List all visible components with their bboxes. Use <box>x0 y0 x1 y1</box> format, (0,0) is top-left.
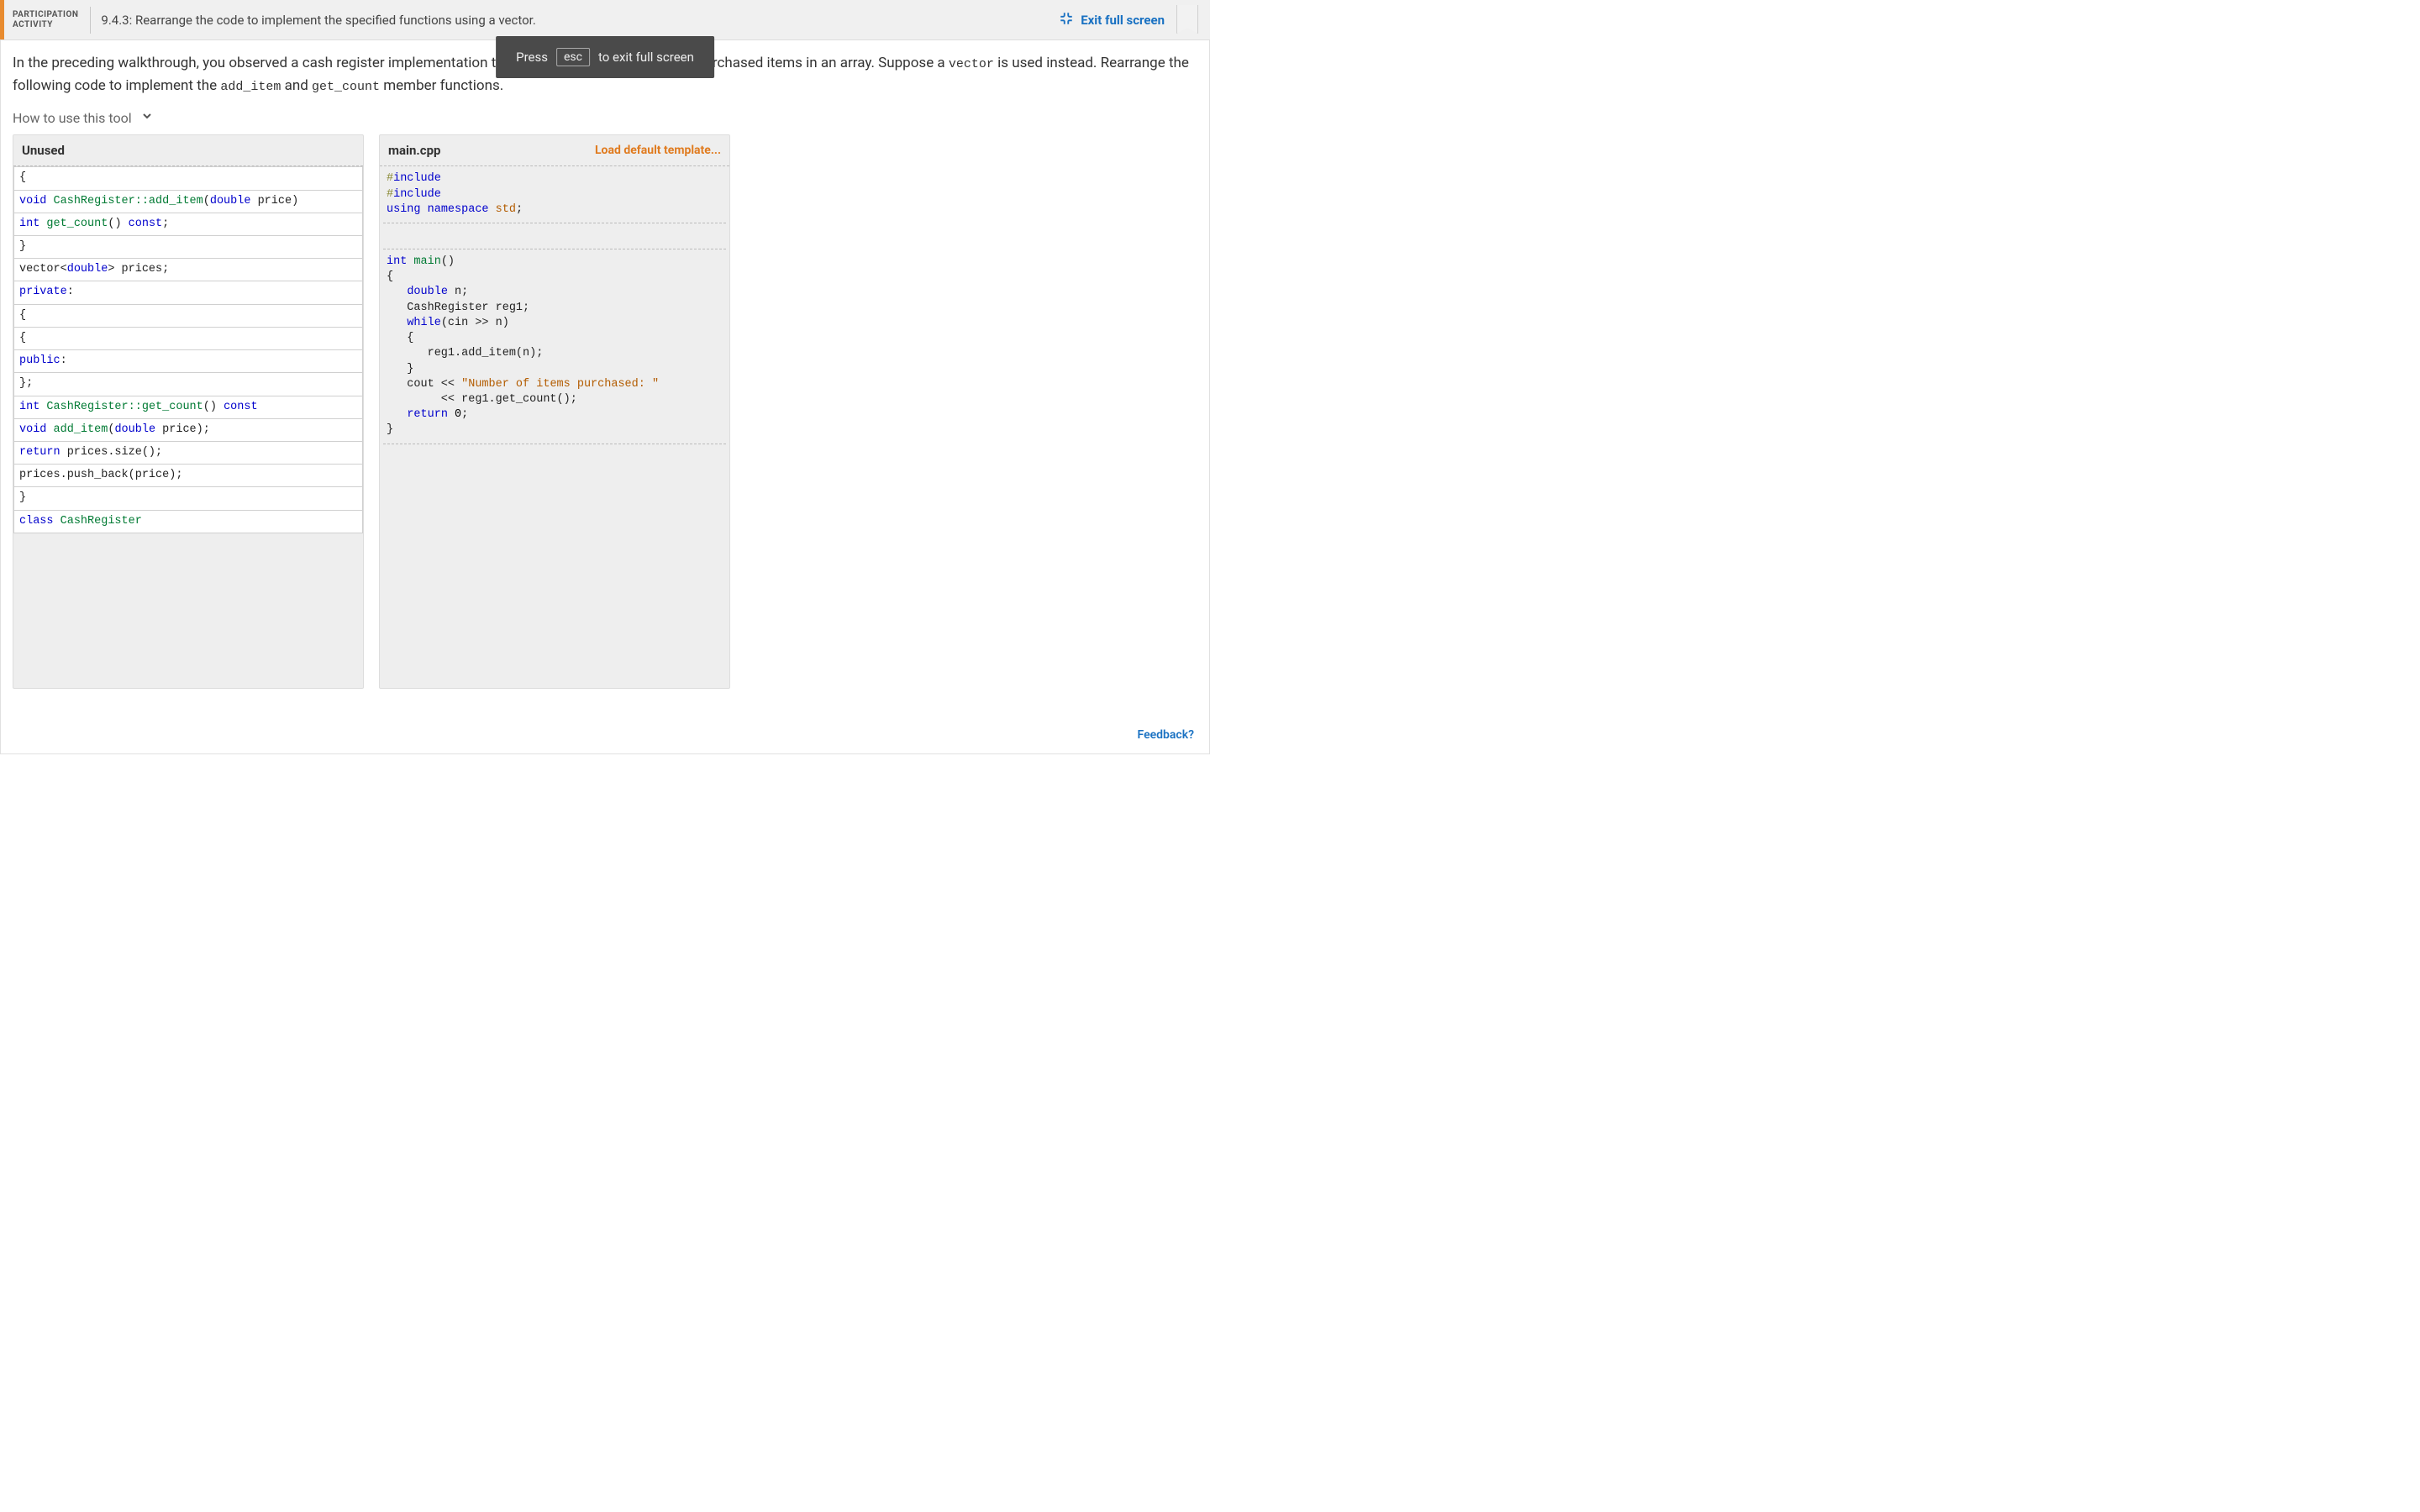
code-tile[interactable]: } <box>13 235 363 259</box>
esc-before: Press <box>516 50 548 65</box>
load-default-button[interactable]: Load default template... <box>595 144 721 157</box>
unused-panel: Unused {void CashRegister::add_item(doub… <box>13 134 364 689</box>
code-tile[interactable]: { <box>13 327 363 350</box>
unused-panel-header: Unused <box>13 135 363 166</box>
code-tile[interactable]: prices.push_back(price); <box>13 464 363 487</box>
code-tile[interactable]: { <box>13 166 363 190</box>
code-editor[interactable]: #include #include using namespace std; in… <box>380 166 729 688</box>
exit-fullscreen-button[interactable]: Exit full screen <box>1059 11 1165 29</box>
panels-row: Unused {void CashRegister::add_item(doub… <box>13 134 1197 689</box>
code-tile[interactable]: void add_item(double price); <box>13 418 363 442</box>
code-tile[interactable]: class CashRegister <box>13 510 363 533</box>
esc-after: to exit full screen <box>598 50 694 65</box>
exit-fullscreen-label: Exit full screen <box>1081 13 1165 28</box>
content-area: In the preceding walkthrough, you observ… <box>1 40 1209 689</box>
code-line: } <box>383 423 726 438</box>
code-tile[interactable]: } <box>13 486 363 510</box>
code-line: #include <box>383 171 726 186</box>
code-line: while(cin >> n) <box>383 316 726 331</box>
chevron-down-icon <box>140 109 154 126</box>
code-line: reg1.add_item(n); <box>383 346 726 361</box>
code-line: return 0; <box>383 407 726 423</box>
unused-title: Unused <box>22 143 65 158</box>
feedback-link[interactable]: Feedback? <box>1138 728 1194 742</box>
activity-title: 9.4.3: Rearrange the code to implement t… <box>101 13 1059 28</box>
code-line: } <box>383 362 726 377</box>
how-to-use-toggle[interactable]: How to use this tool <box>13 109 1197 126</box>
activity-header: PARTICIPATION ACTIVITY 9.4.3: Rearrange … <box>0 0 1210 40</box>
code-line: int main() <box>383 255 726 270</box>
code-tile[interactable]: return prices.size(); <box>13 441 363 465</box>
code-tile[interactable]: int CashRegister::get_count() const <box>13 396 363 419</box>
code-line: CashRegister reg1; <box>383 301 726 316</box>
code-line: { <box>383 331 726 346</box>
main-filename: main.cpp <box>388 143 440 158</box>
esc-overlay: Press esc to exit full screen <box>496 36 714 78</box>
divider <box>90 7 91 34</box>
main-panel-header: main.cpp Load default template... <box>380 135 729 166</box>
badge-line1: PARTICIPATION <box>13 10 78 20</box>
code-tile[interactable]: int get_count() const; <box>13 213 363 236</box>
code-line: cout << "Number of items purchased: " <box>383 377 726 392</box>
code-line: << reg1.get_count(); <box>383 392 726 407</box>
esc-key: esc <box>556 48 590 66</box>
code-tile[interactable]: }; <box>13 372 363 396</box>
code-tile[interactable]: { <box>13 304 363 328</box>
code-tile[interactable]: vector<double> prices; <box>13 258 363 281</box>
bookmark-icon[interactable] <box>1176 5 1198 34</box>
code-tile[interactable]: void CashRegister::add_item(double price… <box>13 190 363 213</box>
code-line: { <box>383 270 726 285</box>
badge-line2: ACTIVITY <box>13 20 78 30</box>
code-tile[interactable]: public: <box>13 349 363 373</box>
how-to-label: How to use this tool <box>13 110 132 126</box>
code-line: using namespace std; <box>383 202 726 218</box>
code-tile[interactable]: private: <box>13 281 363 304</box>
collapse-icon <box>1059 11 1074 29</box>
participation-badge: PARTICIPATION ACTIVITY <box>0 0 87 39</box>
code-line: double n; <box>383 285 726 300</box>
code-line: #include <box>383 187 726 202</box>
unused-tile-list[interactable]: {void CashRegister::add_item(double pric… <box>13 166 363 533</box>
drop-zone[interactable] <box>383 228 726 244</box>
main-panel: main.cpp Load default template... #inclu… <box>379 134 730 689</box>
